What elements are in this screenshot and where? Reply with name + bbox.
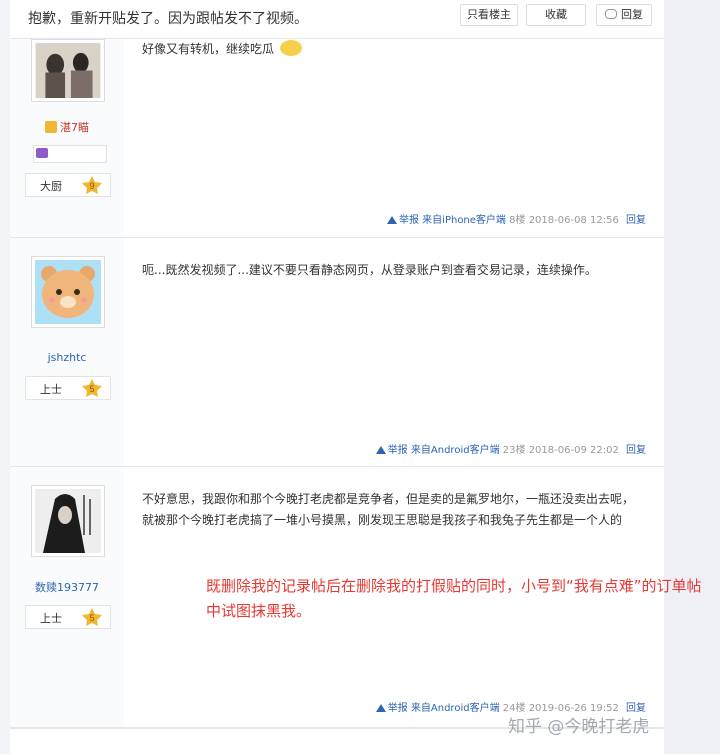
level-box: 上士 5 — [25, 605, 111, 629]
thread-title: 抱歉，重新开贴发了。因为跟帖发不了视频。 — [28, 11, 308, 27]
floor-number: 23楼 — [502, 445, 526, 456]
badge-bar — [33, 145, 107, 163]
avatar-image — [35, 43, 101, 98]
report-link[interactable]: 举报 — [375, 703, 408, 714]
level-box: 大厨 9 — [25, 173, 111, 197]
client-link[interactable]: 来自Android客户端 — [411, 703, 500, 714]
post-text: 不好意思，我跟你和那个今晚打老虎都是竞争者，但是卖的是氟罗地尔，一瓶还没卖出去呢… — [142, 492, 635, 527]
member-badge-icon — [36, 148, 48, 158]
post-meta: 举报 来自Android客户端 23楼 2018-06-09 22:02 回复 — [375, 441, 646, 456]
author-name[interactable]: 数赎193777 — [10, 579, 124, 595]
left-edge — [0, 0, 10, 754]
reply-button[interactable]: 回复 — [596, 4, 652, 26]
floor-number: 8楼 — [509, 215, 526, 226]
level-number: 5 — [89, 613, 94, 623]
watermark: 知乎 @今晚打老虎 — [508, 717, 650, 737]
reply-label: 回复 — [621, 8, 643, 21]
avatar-image — [35, 260, 101, 324]
post-text: 好像又有转机，继续吃瓜 — [142, 42, 275, 56]
level-box: 上士 5 — [25, 376, 111, 400]
post-meta: 举报 来自iPhone客户端 8楼 2018-06-08 12:56 回复 — [386, 211, 646, 226]
reply-link[interactable]: 回复 — [626, 445, 646, 456]
level-name: 上士 — [40, 383, 62, 396]
report-link[interactable]: 举报 — [386, 215, 419, 226]
avatar[interactable] — [31, 485, 105, 557]
level-badge-icon: 5 — [82, 608, 102, 626]
post-floor-23: jshzhtc 上士 5 呃...既然发视频了...建议不要只看静态网页，从登录… — [10, 238, 664, 467]
red-annotation: 既删除我的记录帖后在删除我的打假贴的同时，小号到“我有点难”的订单帖中试图抹黑我… — [206, 577, 702, 620]
post-content: 呃...既然发视频了...建议不要只看静态网页，从登录账户到查看交易记录，连续操… — [142, 260, 642, 281]
warning-icon — [375, 704, 386, 712]
post-time: 2018-06-08 12:56 — [528, 215, 619, 226]
report-link[interactable]: 举报 — [375, 445, 408, 456]
level-number: 5 — [89, 384, 94, 394]
client-link[interactable]: 来自Android客户端 — [411, 445, 500, 456]
vip-icon — [45, 121, 57, 133]
level-badge-icon: 5 — [82, 379, 102, 397]
avatar[interactable] — [31, 256, 105, 328]
reply-link[interactable]: 回复 — [626, 215, 646, 226]
favorite-button[interactable]: 收藏 — [526, 4, 586, 26]
post-floor-8: 湛7瞄 大厨 9 好像又有转机，继续吃瓜 举报 来自iPhone客户端 8楼 2… — [10, 39, 664, 238]
post-content: 好像又有转机，继续吃瓜 — [142, 39, 642, 60]
post-content: 不好意思，我跟你和那个今晚打老虎都是竞争者，但是卖的是氟罗地尔，一瓶还没卖出去呢… — [142, 489, 642, 531]
post-text: 呃...既然发视频了...建议不要只看静态网页，从登录账户到查看交易记录，连续操… — [142, 263, 597, 277]
avatar[interactable] — [31, 39, 105, 102]
post-time: 2018-06-09 22:02 — [528, 445, 619, 456]
reply-icon — [605, 9, 617, 19]
warning-icon — [386, 216, 397, 224]
avatar-image — [35, 489, 101, 553]
thread-header: 抱歉，重新开贴发了。因为跟帖发不了视频。 只看楼主 收藏 回复 — [10, 0, 664, 39]
level-name: 大厨 — [40, 180, 62, 193]
client-link[interactable]: 来自iPhone客户端 — [422, 215, 506, 226]
level-badge-icon: 9 — [82, 176, 102, 194]
warning-icon — [375, 446, 386, 454]
level-number: 9 — [89, 181, 94, 191]
right-gutter — [664, 0, 720, 754]
only-op-button[interactable]: 只看楼主 — [460, 4, 518, 26]
level-name: 上士 — [40, 612, 62, 625]
emoji-icon — [279, 40, 302, 56]
author-name[interactable]: 湛7瞄 — [10, 119, 124, 135]
author-name[interactable]: jshzhtc — [10, 351, 124, 364]
